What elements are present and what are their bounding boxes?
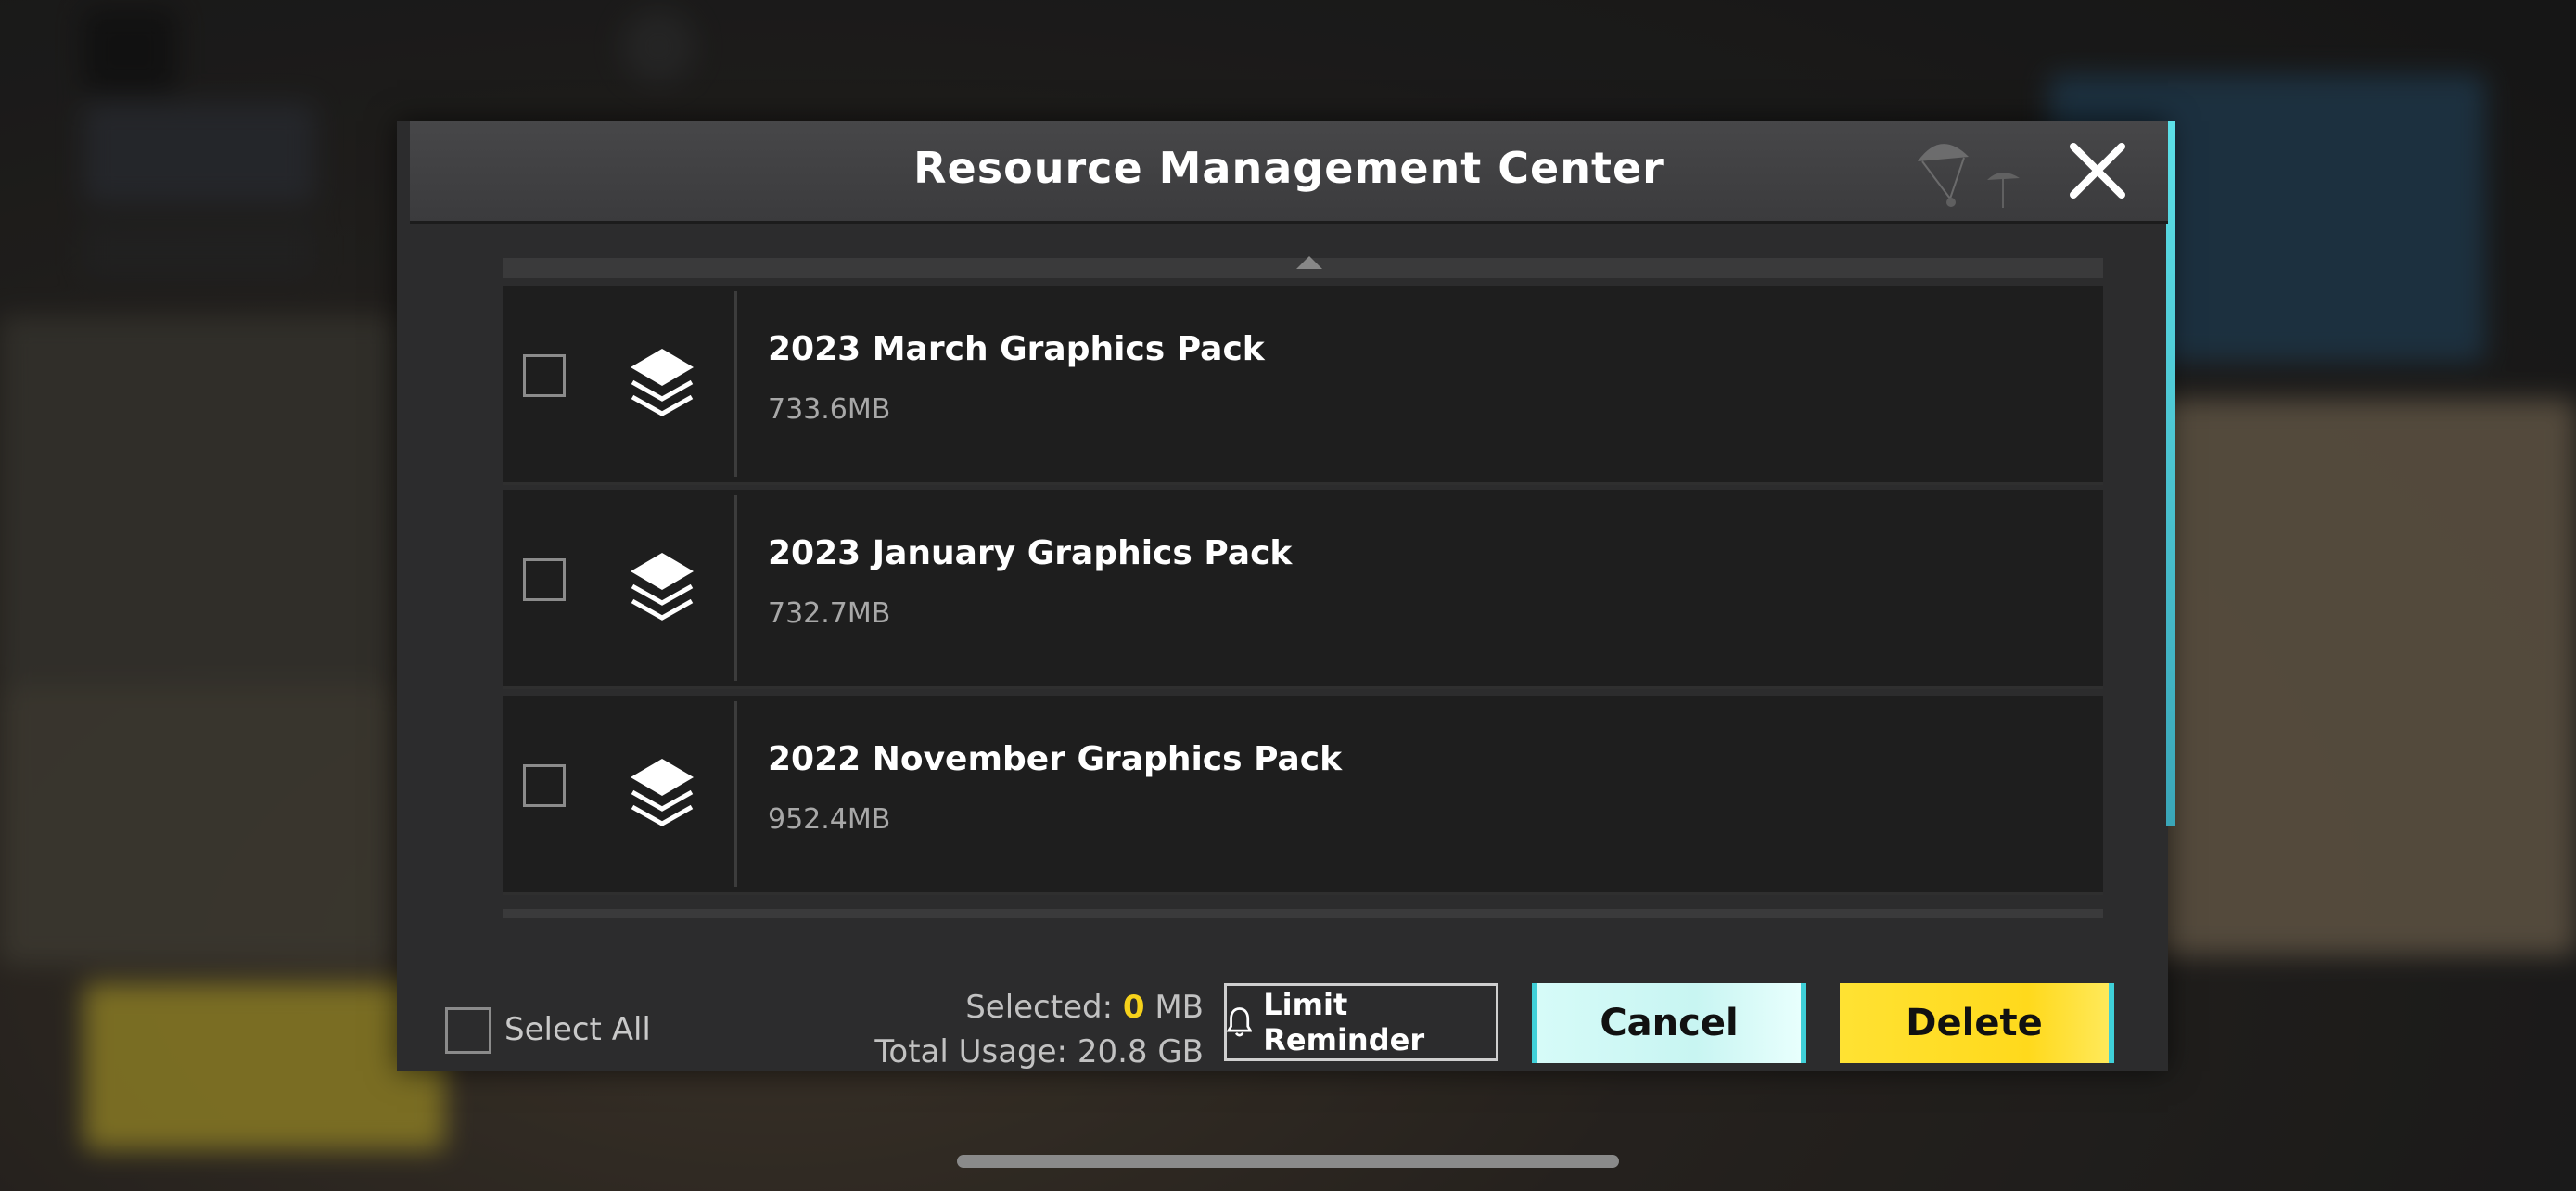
cancel-button[interactable]: Cancel xyxy=(1532,983,1806,1063)
row-divider xyxy=(734,291,737,477)
delete-button[interactable]: Delete xyxy=(1840,983,2114,1063)
row-divider xyxy=(734,495,737,681)
pack-name: 2023 January Graphics Pack xyxy=(768,534,1293,572)
layers-icon xyxy=(631,349,694,416)
row-divider xyxy=(734,701,737,887)
pack-size: 733.6MB xyxy=(768,393,891,426)
select-all-label[interactable]: Select All xyxy=(504,1011,651,1048)
close-icon[interactable] xyxy=(2060,134,2135,208)
resource-management-dialog: Resource Management Center 2023 March Gr… xyxy=(397,121,2175,1071)
dialog-footer: Select All Selected: 0 MB Total Usage: 2… xyxy=(397,955,2168,1071)
list-scroll-bottom xyxy=(503,909,2103,918)
home-indicator[interactable] xyxy=(957,1155,1619,1168)
selected-line: Selected: 0 MB xyxy=(874,985,1204,1030)
pack-checkbox[interactable] xyxy=(523,354,566,397)
list-item[interactable]: 2023 January Graphics Pack 732.7MB xyxy=(503,490,2103,689)
scroll-up-indicator-icon xyxy=(1296,256,1322,269)
limit-reminder-label: Limit Reminder xyxy=(1263,987,1425,1057)
dialog-titlebar: Resource Management Center xyxy=(410,121,2168,224)
total-usage: Total Usage: 20.8 GB xyxy=(874,1033,1204,1070)
pack-checkbox[interactable] xyxy=(523,558,566,601)
layers-icon xyxy=(631,553,694,621)
list-item[interactable]: 2023 March Graphics Pack 733.6MB xyxy=(503,286,2103,485)
selected-unit: MB xyxy=(1154,989,1204,1026)
pack-size: 952.4MB xyxy=(768,803,891,836)
pack-size: 732.7MB xyxy=(768,597,891,630)
pack-checkbox[interactable] xyxy=(523,764,566,807)
bell-icon xyxy=(1227,1007,1253,1037)
selected-label: Selected: xyxy=(965,989,1114,1026)
parachute-decoration-icon xyxy=(1918,144,2020,208)
list-item[interactable]: 2022 November Graphics Pack 952.4MB xyxy=(503,696,2103,895)
layers-icon xyxy=(631,759,694,826)
selected-value: 0 xyxy=(1122,989,1145,1026)
usage-stats: Selected: 0 MB Total Usage: 20.8 GB xyxy=(874,985,1204,1074)
pack-name: 2023 March Graphics Pack xyxy=(768,330,1265,368)
pack-name: 2022 November Graphics Pack xyxy=(768,740,1343,778)
list-scroll-top xyxy=(503,256,2103,278)
select-all-checkbox[interactable] xyxy=(445,1007,491,1054)
limit-reminder-button[interactable]: Limit Reminder xyxy=(1224,983,1498,1061)
